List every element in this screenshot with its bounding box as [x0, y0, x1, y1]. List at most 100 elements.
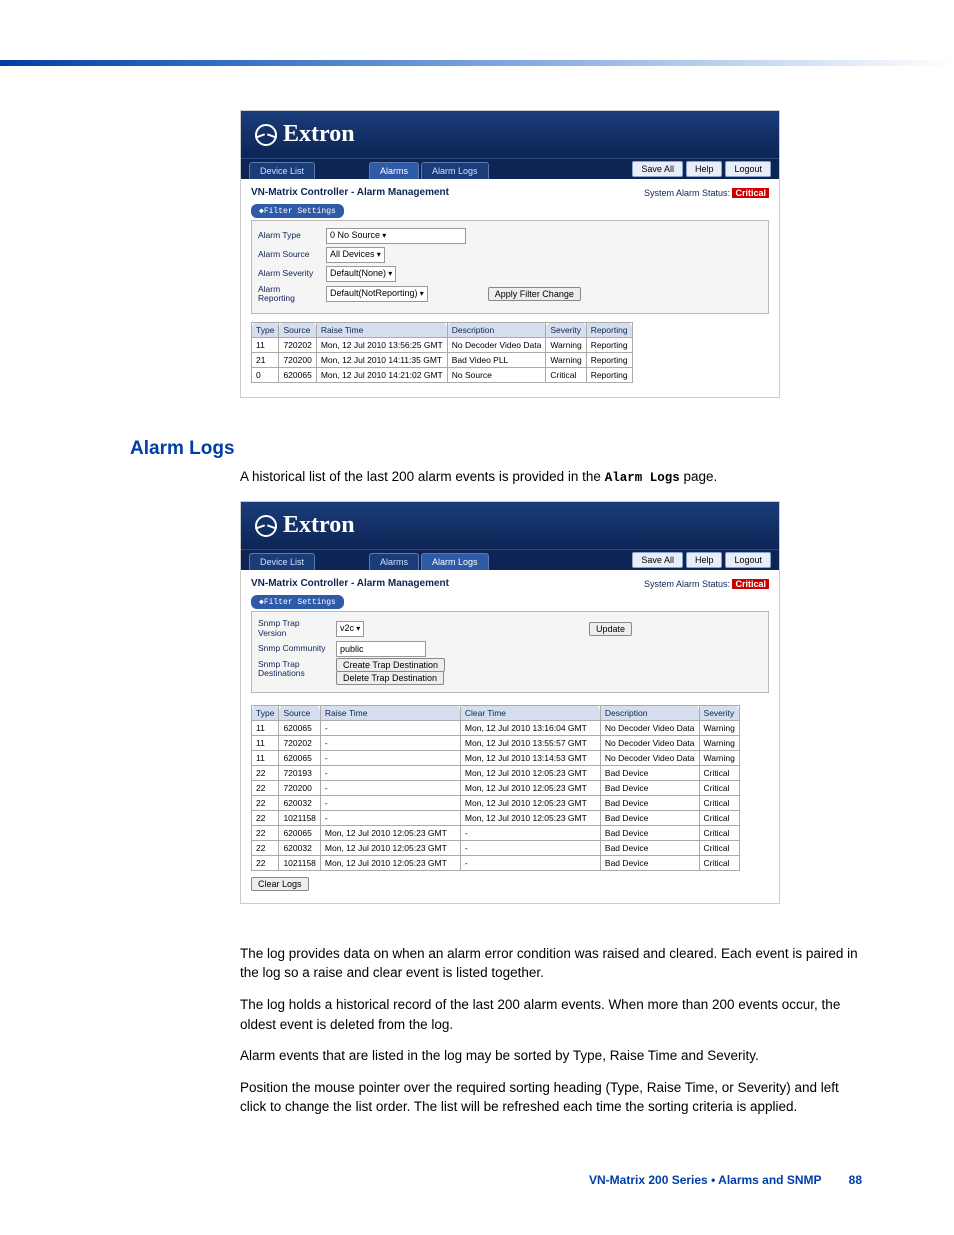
update-button[interactable]: Update [589, 622, 632, 636]
clear-logs-button[interactable]: Clear Logs [251, 877, 309, 891]
cell-clear: Mon, 12 Jul 2010 12:05:23 GMT [460, 765, 600, 780]
tab-device-list[interactable]: Device List [249, 553, 315, 570]
status-badge2: Critical [732, 579, 769, 589]
cell-rep: Reporting [586, 337, 632, 352]
cell-sev: Critical [699, 810, 739, 825]
save-all-button[interactable]: Save All [632, 552, 683, 568]
cell-desc: Bad Device [600, 855, 699, 870]
cell-clear: Mon, 12 Jul 2010 13:14:53 GMT [460, 750, 600, 765]
cell-type: 22 [252, 840, 279, 855]
cell-type: 22 [252, 855, 279, 870]
create-trap-button[interactable]: Create Trap Destination [336, 658, 445, 672]
cell-sev: Critical [699, 825, 739, 840]
cell-raise: Mon, 12 Jul 2010 14:21:02 GMT [316, 367, 447, 382]
cell-sev: Critical [699, 795, 739, 810]
col-desc[interactable]: Description [447, 322, 546, 337]
system-status: System Alarm Status: Critical [644, 188, 769, 198]
col-raise[interactable]: Raise Time [316, 322, 447, 337]
cell-desc: Bad Device [600, 795, 699, 810]
cell-desc: Bad Device [600, 840, 699, 855]
paragraph-1: The log provides data on when an alarm e… [240, 944, 862, 983]
apply-filter-button[interactable]: Apply Filter Change [488, 287, 581, 301]
page-accent-bar [0, 60, 954, 66]
cell-desc: No Decoder Video Data [600, 735, 699, 750]
cell-sev: Critical [699, 765, 739, 780]
cell-rep: Reporting [586, 352, 632, 367]
alarm-reporting-select[interactable]: Default(NotReporting) [326, 286, 428, 302]
cell-desc: No Decoder Video Data [447, 337, 546, 352]
snmp-community-label: Snmp Community [258, 644, 326, 653]
cell-type: 22 [252, 780, 279, 795]
brand2: Extron [255, 512, 765, 539]
cell-source: 720202 [279, 735, 320, 750]
paragraph-2: The log holds a historical record of the… [240, 995, 862, 1034]
tab-device-list[interactable]: Device List [249, 162, 315, 179]
snmp-version-label: Snmp Trap Version [258, 619, 326, 638]
col-severity2[interactable]: Severity [699, 705, 739, 720]
brand: Extron [255, 121, 765, 148]
col-type[interactable]: Type [252, 322, 279, 337]
cell-source: 1021158 [279, 810, 320, 825]
tab-alarms[interactable]: Alarms [369, 162, 419, 179]
alarm-source-select[interactable]: All Devices [326, 247, 385, 263]
alarm-logs-screenshot: Extron Device List Alarms Alarm Logs Sav… [240, 501, 780, 904]
cell-rep: Reporting [586, 367, 632, 382]
snmp-community-input[interactable] [336, 641, 426, 657]
page-title: VN-Matrix Controller - Alarm Management [251, 187, 449, 198]
table-row: 22720193-Mon, 12 Jul 2010 12:05:23 GMTBa… [252, 765, 740, 780]
table-row: 11620065-Mon, 12 Jul 2010 13:14:53 GMTNo… [252, 750, 740, 765]
cell-clear: Mon, 12 Jul 2010 12:05:23 GMT [460, 795, 600, 810]
table-row: 221021158-Mon, 12 Jul 2010 12:05:23 GMTB… [252, 810, 740, 825]
status-label2: System Alarm Status: [644, 579, 730, 589]
page-title2: VN-Matrix Controller - Alarm Management [251, 578, 449, 589]
table-row: 11620065-Mon, 12 Jul 2010 13:16:04 GMTNo… [252, 720, 740, 735]
help-button[interactable]: Help [686, 552, 723, 568]
cell-raise: - [320, 765, 460, 780]
cell-type: 22 [252, 825, 279, 840]
cell-type: 11 [252, 735, 279, 750]
col-desc2[interactable]: Description [600, 705, 699, 720]
intro-text-c: page. [680, 469, 718, 484]
cell-source: 620032 [279, 840, 320, 855]
cell-raise: Mon, 12 Jul 2010 12:05:23 GMT [320, 825, 460, 840]
snmp-version-select[interactable]: v2c [336, 621, 364, 637]
cell-raise: Mon, 12 Jul 2010 12:05:23 GMT [320, 855, 460, 870]
filter-settings-toggle2[interactable]: ◆Filter Settings [251, 595, 344, 609]
help-button[interactable]: Help [686, 161, 723, 177]
logout-button[interactable]: Logout [725, 161, 771, 177]
cell-desc: No Source [447, 367, 546, 382]
delete-trap-button[interactable]: Delete Trap Destination [336, 671, 444, 685]
cell-source: 620065 [279, 367, 316, 382]
snmp-dest-label: Snmp Trap Destinations [258, 660, 326, 679]
table-row: 21720200Mon, 12 Jul 2010 14:11:35 GMTBad… [252, 352, 633, 367]
filter-panel: Alarm Type 0 No Source Alarm Source All … [251, 220, 769, 314]
snmp-panel: Snmp Trap Version v2c Update Snmp Commun… [251, 611, 769, 693]
alarm-severity-select[interactable]: Default(None) [326, 266, 396, 282]
col-type2[interactable]: Type [252, 705, 279, 720]
col-source[interactable]: Source [279, 322, 316, 337]
cell-desc: No Decoder Video Data [600, 750, 699, 765]
table-row: 0620065Mon, 12 Jul 2010 14:21:02 GMTNo S… [252, 367, 633, 382]
col-source2[interactable]: Source [279, 705, 320, 720]
save-all-button[interactable]: Save All [632, 161, 683, 177]
table-row: 22620032-Mon, 12 Jul 2010 12:05:23 GMTBa… [252, 795, 740, 810]
cell-source: 720202 [279, 337, 316, 352]
logout-button[interactable]: Logout [725, 552, 771, 568]
col-clear2[interactable]: Clear Time [460, 705, 600, 720]
cell-desc: No Decoder Video Data [600, 720, 699, 735]
table-row: 221021158Mon, 12 Jul 2010 12:05:23 GMT-B… [252, 855, 740, 870]
col-raise2[interactable]: Raise Time [320, 705, 460, 720]
tab-alarm-logs[interactable]: Alarm Logs [421, 162, 489, 179]
cell-clear: Mon, 12 Jul 2010 13:55:57 GMT [460, 735, 600, 750]
cell-raise: Mon, 12 Jul 2010 13:56:25 GMT [316, 337, 447, 352]
alarm-type-select[interactable]: 0 No Source [326, 228, 466, 244]
footer-text: VN-Matrix 200 Series • Alarms and SNMP [589, 1173, 821, 1187]
tab-alarms[interactable]: Alarms [369, 553, 419, 570]
col-reporting[interactable]: Reporting [586, 322, 632, 337]
cell-type: 11 [252, 720, 279, 735]
filter-settings-toggle[interactable]: ◆Filter Settings [251, 204, 344, 218]
app-header2: Extron [241, 502, 779, 549]
tab-alarm-logs[interactable]: Alarm Logs [421, 553, 489, 570]
table-row: 22620032Mon, 12 Jul 2010 12:05:23 GMT-Ba… [252, 840, 740, 855]
col-severity[interactable]: Severity [546, 322, 586, 337]
